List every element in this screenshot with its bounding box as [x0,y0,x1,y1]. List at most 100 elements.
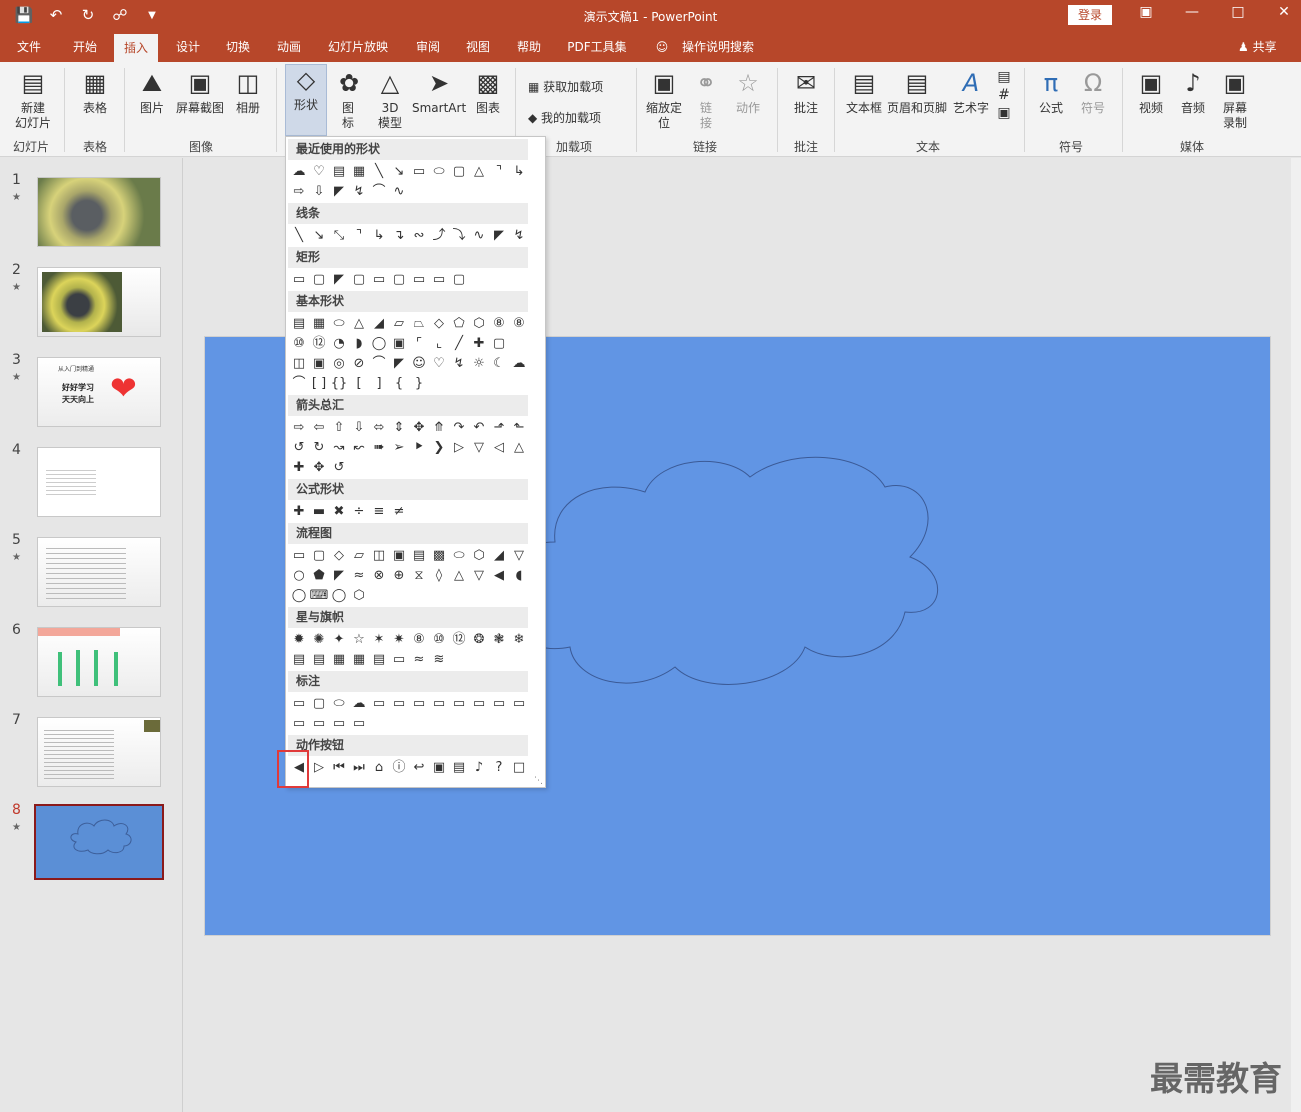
no-symbol-icon[interactable]: ⊘ [349,354,369,374]
lightning-bolt-icon[interactable]: ↯ [449,354,469,374]
frame-icon[interactable]: ▣ [389,334,409,354]
bevel-icon[interactable]: ▣ [309,354,329,374]
snip-rectangle-icon[interactable]: ◤ [329,182,349,202]
vertical-scrollbar[interactable] [1291,158,1301,1112]
quad-arrow-callout-icon[interactable]: ✥ [309,458,329,478]
elbow-connector-icon[interactable]: ⌝ [489,162,509,182]
left-arrow-icon[interactable]: ⇦ [309,418,329,438]
left-right-up-arrow-icon[interactable]: ⤊ [429,418,449,438]
cloud-shape-icon[interactable]: ☁ [509,354,529,374]
double-wave-icon[interactable]: ≋ [429,650,449,670]
cloud-callout-icon[interactable]: ☁ [349,694,369,714]
slide-thumbnail-2[interactable] [37,267,161,337]
line-callout-2-icon[interactable]: ▭ [389,694,409,714]
shapes-button[interactable]: ◇ 形状 [285,64,327,136]
scribble-icon[interactable]: ↯ [509,226,529,246]
parallelogram-icon[interactable]: ▱ [389,314,409,334]
tab-view[interactable]: 视图 [456,32,500,62]
snip-diagonal-icon[interactable]: ▭ [369,270,389,290]
octagon-icon[interactable]: ⑧ [509,314,529,334]
vertical-textbox-icon[interactable]: ▦ [309,314,329,334]
star-16-icon[interactable]: ❂ [469,630,489,650]
left-right-arrow-callout-icon[interactable]: ✚ [289,458,309,478]
line-callout-noborder-1-icon[interactable]: ▭ [489,694,509,714]
line-callout-noborder-2-icon[interactable]: ▭ [509,694,529,714]
curved-ribbon-down-icon[interactable]: ▦ [349,650,369,670]
symbol-button[interactable]: Ω 符号 [1074,68,1112,116]
division-icon[interactable]: ÷ [349,502,369,522]
action-button-forward-icon[interactable]: ▷ [309,758,329,778]
plaque-icon[interactable]: ▢ [489,334,509,354]
minus-icon[interactable]: ▬ [309,502,329,522]
action-button-sound-icon[interactable]: ♪ [469,758,489,778]
rectangle-icon[interactable]: ▭ [289,270,309,290]
cross-icon[interactable]: ✚ [469,334,489,354]
delay-icon[interactable]: ◖ [509,566,529,586]
action-button-beginning-icon[interactable]: ⏮ [329,758,349,778]
textbox-shape-icon[interactable]: ▤ [289,314,309,334]
stored-data-icon[interactable]: ◀ [489,566,509,586]
cube-shape-icon[interactable]: ◫ [289,354,309,374]
3d-model-button[interactable]: △ 3D 模型 [370,68,410,131]
date-time-button[interactable]: ▤ # ▣ [994,68,1014,121]
process-icon[interactable]: ▭ [289,546,309,566]
star-8-icon[interactable]: ⑧ [409,630,429,650]
circular-arrow-icon[interactable]: ↺ [329,458,349,478]
rectangle-icon[interactable]: ▭ [409,162,429,182]
striped-right-arrow-icon[interactable]: ➠ [369,438,389,458]
wordart-button[interactable]: A 艺术字 [952,68,990,116]
left-brace-icon[interactable]: { [389,374,409,394]
snip-same-side-icon[interactable]: ▢ [349,270,369,290]
quad-arrow-icon[interactable]: ✥ [409,418,429,438]
tab-insert[interactable]: 插入 [114,34,158,62]
down-arrow-icon[interactable]: ⇩ [349,418,369,438]
line-callout-accent-1-icon[interactable]: ▭ [429,694,449,714]
pentagon-arrow-icon[interactable]: ⯈ [409,438,429,458]
donut-icon[interactable]: ◎ [329,354,349,374]
rectangular-callout-icon[interactable]: ▭ [289,694,309,714]
vertical-textbox-icon[interactable]: ▦ [349,162,369,182]
elbow-arrow-icon[interactable]: ↳ [509,162,529,182]
heart-shape-icon[interactable]: ♡ [429,354,449,374]
double-arrow-line-icon[interactable]: ⤡ [329,226,349,246]
tab-animations[interactable]: 动画 [267,32,311,62]
decagon-icon[interactable]: ⑩ [289,334,309,354]
ribbon-down-icon[interactable]: ▤ [309,650,329,670]
wave-icon[interactable]: ≈ [409,650,429,670]
arrow-line-icon[interactable]: ↘ [309,226,329,246]
oval-icon[interactable]: ⬭ [429,162,449,182]
smiley-face-icon[interactable]: ☺ [409,354,429,374]
curved-double-arrow-icon[interactable]: ⤵ [449,226,469,246]
action-button-help-icon[interactable]: ? [489,758,509,778]
multiply-icon[interactable]: ✖ [329,502,349,522]
up-arrow-icon[interactable]: ⇧ [329,418,349,438]
audio-button[interactable]: ♪ 音频 [1174,68,1212,116]
bent-arrow-icon[interactable]: ↷ [449,418,469,438]
l-shape-icon[interactable]: ⌞ [429,334,449,354]
icons-button[interactable]: ✿ 图 标 [333,68,363,131]
star-32-icon[interactable]: ❄ [509,630,529,650]
star-5-icon[interactable]: ☆ [349,630,369,650]
line-callout-noborder-3-icon[interactable]: ▭ [289,714,309,734]
oval-callout-icon[interactable]: ⬭ [329,694,349,714]
preparation-icon[interactable]: ⬡ [469,546,489,566]
line-callout-1-icon[interactable]: ▭ [369,694,389,714]
picture-button[interactable]: ⛰ 图片 [132,68,172,116]
tab-design[interactable]: 设计 [166,32,210,62]
line-icon[interactable]: ╲ [369,162,389,182]
line-callout-border-accent-2-icon[interactable]: ▭ [329,714,349,734]
off-page-connector-icon[interactable]: ⬟ [309,566,329,586]
collate-icon[interactable]: ⧖ [409,566,429,586]
textbox-button[interactable]: ▤ 文本框 [844,68,884,116]
screen-recording-button[interactable]: ▣ 屏幕 录制 [1216,68,1254,131]
tab-pdf-tools[interactable]: PDF工具集 [560,32,634,62]
get-addins-button[interactable]: ▦ 获取加载项 [528,78,603,95]
slide-thumbnail-3[interactable]: 从入门到精通 好好学习 天天向上 ❤ [37,357,161,427]
double-bracket-icon[interactable]: [ ] [309,374,329,394]
ribbon-display-icon[interactable]: ▣ [1126,4,1166,20]
round-single-corner-icon[interactable]: ▭ [409,270,429,290]
curved-right-arrow-icon[interactable]: ↺ [289,438,309,458]
line-callout-accent-2-icon[interactable]: ▭ [449,694,469,714]
action-button-document-icon[interactable]: ▤ [449,758,469,778]
summing-junction-icon[interactable]: ⊗ [369,566,389,586]
